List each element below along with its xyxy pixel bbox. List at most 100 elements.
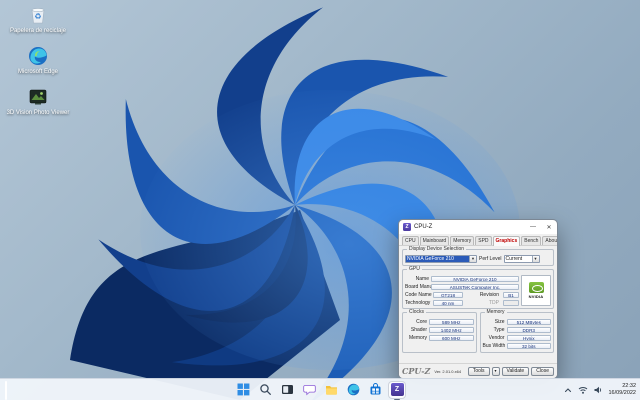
close-button[interactable]: Close <box>531 366 554 376</box>
svg-text:♻: ♻ <box>34 12 41 21</box>
widgets-icon[interactable] <box>5 381 7 400</box>
tab-memory[interactable]: Memory <box>450 236 475 245</box>
microsoft-store-icon <box>370 383 380 395</box>
perf-level-label: Perf Level <box>479 256 502 262</box>
close-window-button[interactable]: ✕ <box>541 220 557 234</box>
cpuz-logo: CPU-Z <box>402 366 431 376</box>
memory-buswidth-label: Bus Width <box>482 342 506 349</box>
perf-level-value: Current <box>504 256 532 262</box>
desktop-icon-list: ♻ Papelera de reciclaje Microsoft Edge 3… <box>4 4 72 117</box>
cpuz-app-icon: Z <box>403 223 411 231</box>
photo-viewer-icon <box>27 86 49 108</box>
gpu-name-label: Name <box>415 275 429 282</box>
core-clock-label: Core <box>416 318 427 325</box>
version-text: Ver. 2.01.0.x64 <box>434 368 462 374</box>
tray-time: 22:32 <box>622 383 636 389</box>
group-label: GPU <box>407 266 422 272</box>
desktop-icon-3d-vision-photo-viewer[interactable]: 3D Vision Photo Viewer <box>4 86 72 117</box>
tab-bench[interactable]: Bench <box>521 236 542 245</box>
desktop-icon-label: 3D Vision Photo Viewer <box>6 110 70 116</box>
display-device-combobox[interactable]: NVIDIA GeForce 210 ▼ <box>405 255 477 263</box>
group-label: Memory <box>484 309 507 315</box>
hidden-icons-chevron-icon[interactable] <box>563 385 573 395</box>
volume-icon[interactable] <box>593 385 603 395</box>
clocks-group: Clocks Core 589 MHz Shader 1402 MHz Memo… <box>402 309 477 353</box>
gpu-group: GPU Name NVIDIA GeForce 210 Board Manuf.… <box>402 266 554 309</box>
nvidia-logo-icon <box>528 282 544 293</box>
memory-group: Memory Size 512 MBytes Type DDR3 Vendor … <box>479 309 554 353</box>
start-button[interactable] <box>234 381 252 399</box>
cpuz-taskbar-button[interactable]: Z <box>388 380 406 400</box>
desktop-icon-label: Papelera de reciclaje <box>9 28 67 34</box>
gpu-technology-label: Technology <box>405 299 431 306</box>
gpu-name-value: NVIDIA GeForce 210 <box>431 275 519 282</box>
memory-clock-label: Memory <box>408 334 427 341</box>
chevron-down-icon[interactable]: ▼ <box>531 256 539 262</box>
desktop-icon-recycle-bin[interactable]: ♻ Papelera de reciclaje <box>4 4 72 35</box>
perf-level-combobox[interactable]: Current ▼ <box>503 255 540 263</box>
tools-button[interactable]: Tools <box>467 366 490 376</box>
cpuz-tab-bar: CPU Mainboard Memory SPD Graphics Bench … <box>399 234 557 246</box>
tab-spd[interactable]: SPD <box>475 236 492 245</box>
chat-button[interactable] <box>300 381 318 399</box>
taskbar-center: Z <box>234 380 406 400</box>
tab-about[interactable]: About <box>542 236 557 245</box>
shader-clock-label: Shader <box>410 326 427 333</box>
cpuz-window: Z CPU-Z — ✕ CPU Mainboard Memory SPD Gra… <box>398 219 558 379</box>
group-label: Clocks <box>407 309 427 315</box>
group-label: Display Device Selection <box>407 246 467 252</box>
windows-start-icon <box>237 383 249 396</box>
desktop-icon-label: Microsoft Edge <box>17 69 59 75</box>
tab-cpu[interactable]: CPU <box>402 236 419 245</box>
system-tray: 22:32 16/09/2022 <box>563 379 636 400</box>
memory-vendor-label: Vendor <box>488 334 505 341</box>
edge-icon <box>347 383 359 396</box>
memory-size-label: Size <box>494 318 505 325</box>
memory-size-value: 512 MBytes <box>506 318 551 325</box>
tray-date: 16/09/2022 <box>608 390 636 396</box>
memory-vendor-value: Hynix <box>506 334 551 341</box>
memory-type-label: Type <box>493 326 505 333</box>
taskbar: Z 22:32 16/09/2022 <box>0 378 640 400</box>
edge-taskbar-button[interactable] <box>344 381 362 399</box>
taskbar-clock[interactable]: 22:32 16/09/2022 <box>608 383 636 397</box>
cpuz-app-icon: Z <box>390 383 404 396</box>
gpu-tdp-label: TDP <box>489 299 499 306</box>
recycle-bin-icon: ♻ <box>27 4 49 26</box>
file-explorer-button[interactable] <box>322 381 340 399</box>
microsoft-store-button[interactable] <box>366 381 384 399</box>
search-icon <box>259 384 271 395</box>
gpu-codename-label: Code Name <box>405 291 432 298</box>
gpu-codename-value: GT218 <box>433 291 463 298</box>
search-button[interactable] <box>256 381 274 399</box>
tools-dropdown-button[interactable]: ▼ <box>491 366 500 376</box>
gpu-technology-value: 40 nm <box>433 299 463 306</box>
edge-icon <box>27 45 49 67</box>
memory-type-value: DDR3 <box>506 326 551 333</box>
cpuz-window-title: CPU-Z <box>414 224 433 230</box>
shader-clock-value: 1402 MHz <box>429 326 474 333</box>
gpu-tdp-value <box>503 299 519 306</box>
chevron-down-icon[interactable]: ▼ <box>469 256 476 262</box>
task-view-icon <box>281 385 293 394</box>
tab-graphics[interactable]: Graphics <box>492 236 521 246</box>
cpuz-titlebar[interactable]: Z CPU-Z — ✕ <box>399 220 557 234</box>
file-explorer-icon <box>325 386 337 395</box>
task-view-button[interactable] <box>278 381 296 399</box>
desktop-icon-microsoft-edge[interactable]: Microsoft Edge <box>4 45 72 76</box>
gpu-board-label: Board Manuf. <box>405 283 436 290</box>
desktop: ♻ Papelera de reciclaje Microsoft Edge 3… <box>0 0 640 400</box>
gpu-revision-value: B1 <box>503 291 519 298</box>
network-wifi-icon[interactable] <box>578 385 588 395</box>
tab-mainboard[interactable]: Mainboard <box>419 236 450 245</box>
cpuz-footer: CPU-Z Ver. 2.01.0.x64 Tools ▼ Validate C… <box>399 363 557 378</box>
validate-button[interactable]: Validate <box>501 366 530 376</box>
minimize-button[interactable]: — <box>525 220 541 234</box>
display-device-selection-group: Display Device Selection NVIDIA GeForce … <box>402 246 554 266</box>
gpu-revision-label: Revision <box>479 291 499 298</box>
nvidia-logo-text: NVIDIA <box>528 294 544 299</box>
memory-clock-value: 600 MHz <box>429 334 474 341</box>
gpu-vendor-logo-button[interactable]: NVIDIA <box>521 275 551 306</box>
display-device-value: NVIDIA GeForce 210 <box>406 256 469 262</box>
core-clock-value: 589 MHz <box>429 318 474 325</box>
